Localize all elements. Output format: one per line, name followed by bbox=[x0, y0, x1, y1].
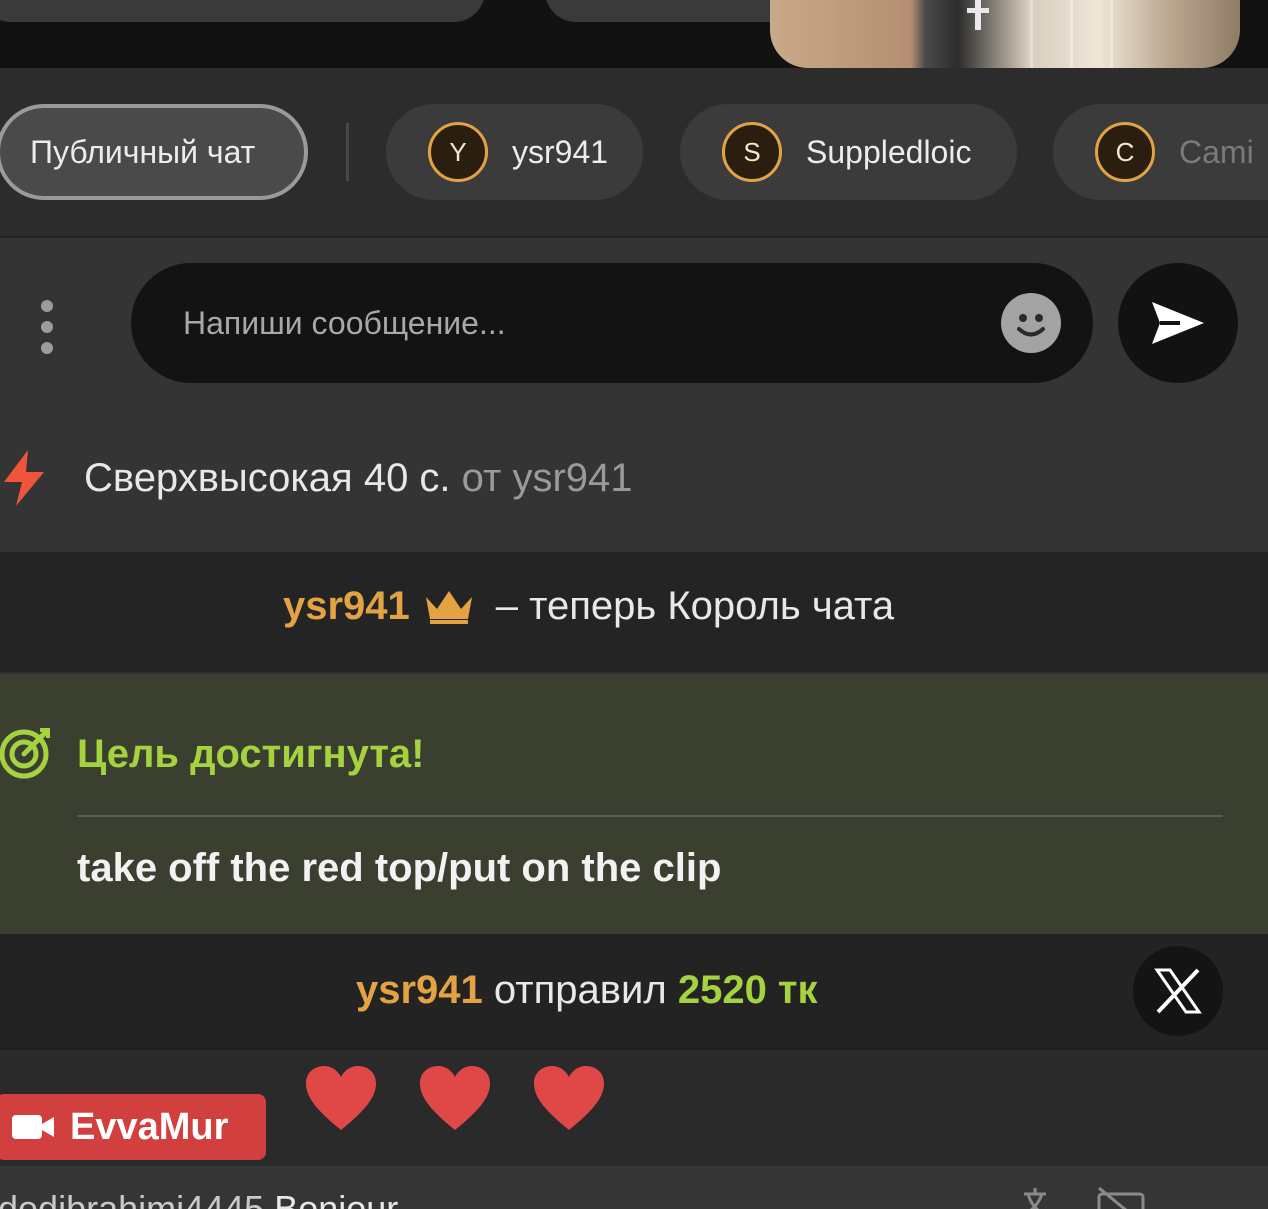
avatar: C bbox=[1095, 122, 1155, 182]
tip-amount: 2520 тк bbox=[677, 968, 818, 1012]
tab-label: Suppledloic bbox=[806, 133, 972, 170]
username[interactable]: ysr941 bbox=[356, 968, 483, 1012]
chat-message: dodibrahimi4445 Bonjour bbox=[0, 1166, 1268, 1209]
goal-description: take off the red top/put on the clip bbox=[77, 846, 722, 890]
send-button[interactable] bbox=[1118, 263, 1238, 383]
more-vertical-icon[interactable] bbox=[32, 300, 62, 354]
heart-icon bbox=[306, 1066, 376, 1130]
tab-private-ysr941[interactable]: Y ysr941 bbox=[386, 104, 643, 200]
tab-label: Публичный чат bbox=[30, 133, 256, 170]
target-icon bbox=[0, 728, 50, 779]
translate-icon[interactable] bbox=[1020, 1186, 1060, 1209]
necklace-cross bbox=[975, 0, 981, 30]
chat-message-tip: ysr941 отправил 2520 тк bbox=[0, 934, 1268, 1048]
heart-icon bbox=[534, 1066, 604, 1130]
close-x-icon bbox=[1154, 968, 1202, 1014]
tab-public-chat[interactable]: Публичный чат bbox=[0, 104, 308, 200]
composer bbox=[0, 238, 1268, 412]
chat-message-king: ysr941 – теперь Король чата bbox=[0, 552, 1268, 672]
goal-title: Цель достигнута! bbox=[77, 732, 425, 776]
tab-label: ysr941 bbox=[512, 133, 609, 170]
avatar: Y bbox=[428, 122, 488, 182]
tab-private-cami[interactable]: C Cami bbox=[1053, 104, 1268, 200]
smile-icon[interactable] bbox=[1001, 293, 1061, 353]
username[interactable]: ysr941 bbox=[283, 584, 410, 629]
model-name: EvvaMur bbox=[70, 1105, 229, 1148]
goal-divider bbox=[77, 815, 1223, 817]
top-control-pill[interactable] bbox=[0, 0, 485, 22]
chat-goal-reached: Цель достигнута! take off the red top/pu… bbox=[0, 672, 1268, 934]
crown-icon bbox=[425, 590, 472, 624]
video-camera-icon bbox=[12, 1115, 54, 1139]
message-input[interactable] bbox=[131, 263, 1093, 383]
boost-from: от ysr941 bbox=[461, 456, 633, 500]
tip-action: отправил bbox=[493, 968, 667, 1012]
video-strip bbox=[0, 0, 1268, 68]
lightning-icon bbox=[4, 450, 44, 506]
heart-icon bbox=[420, 1066, 490, 1130]
close-button[interactable] bbox=[1133, 946, 1223, 1036]
tab-label: Cami bbox=[1179, 133, 1254, 170]
chat-message-boost: Сверхвысокая 40 с. от ysr941 bbox=[0, 412, 1268, 552]
send-icon bbox=[1152, 302, 1204, 344]
avatar: S bbox=[722, 122, 782, 182]
chat-tabs: Публичный чат Y ysr941 S Suppledloic C C… bbox=[0, 68, 1268, 238]
hide-icon[interactable] bbox=[1096, 1186, 1146, 1209]
boost-text: Сверхвысокая 40 с. bbox=[84, 456, 451, 500]
message-text: Bonjour bbox=[274, 1188, 399, 1209]
model-badge[interactable]: EvvaMur bbox=[0, 1094, 266, 1160]
username[interactable]: dodibrahimi4445 bbox=[0, 1188, 264, 1209]
king-text: – теперь Король чата bbox=[495, 584, 895, 628]
camera-preview[interactable] bbox=[770, 0, 1240, 68]
tab-divider bbox=[346, 123, 349, 181]
tab-private-suppledloic[interactable]: S Suppledloic bbox=[680, 104, 1017, 200]
chat-message-model: EvvaMur bbox=[0, 1048, 1268, 1166]
